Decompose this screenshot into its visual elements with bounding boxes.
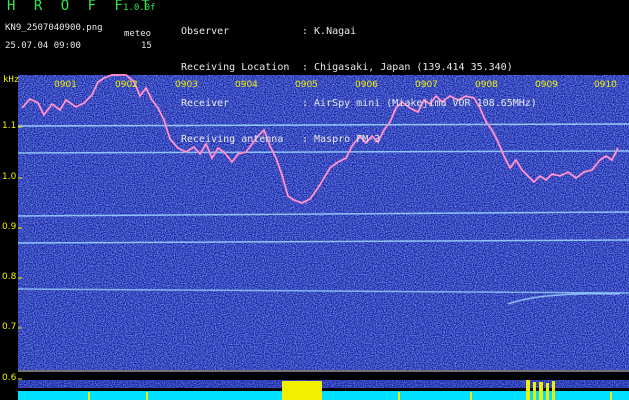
x-tick-label: 0902 bbox=[115, 80, 138, 90]
y-tick-label: 0.7 bbox=[2, 322, 17, 332]
x-tick-label: 0909 bbox=[535, 80, 558, 90]
x-tick-label: 0906 bbox=[355, 80, 378, 90]
signal-burst bbox=[546, 383, 549, 400]
signal-burst bbox=[282, 381, 322, 400]
y-tick-label: 1.1 bbox=[2, 121, 17, 131]
info-label: Observer bbox=[181, 26, 230, 37]
info-label: Receiver bbox=[181, 98, 230, 109]
gap-band bbox=[18, 372, 629, 380]
signal-burst bbox=[539, 382, 543, 400]
signal-spike bbox=[610, 392, 612, 400]
app-version: 1.0.0f bbox=[123, 3, 156, 13]
info-row: Receiving Location : Chigasaki, Japan (13… bbox=[181, 62, 537, 74]
x-tick-label: 0910 bbox=[594, 80, 617, 90]
info-value: : Maspro FM-3 bbox=[302, 134, 381, 145]
info-row: Observer : K.Nagai bbox=[181, 26, 537, 38]
timestamp: 25.07.04 09:00 bbox=[5, 41, 81, 51]
signal-spike bbox=[470, 392, 472, 400]
info-row: Receiving antenna : Maspro FM-3 bbox=[181, 134, 537, 146]
mode-label: meteo bbox=[124, 29, 152, 39]
x-tick-label: 0908 bbox=[475, 80, 498, 90]
signal-burst bbox=[526, 380, 530, 400]
x-tick-label: 0905 bbox=[295, 80, 318, 90]
signal-baseline bbox=[18, 391, 629, 400]
signal-spike bbox=[398, 392, 400, 400]
file-name: KN9_2507040900.png bbox=[5, 23, 103, 33]
info-row: Receiver : AirSpy mini (Miakejima VOR 108… bbox=[181, 98, 537, 110]
y-axis-unit: kHz bbox=[3, 75, 20, 85]
info-label: Receiving antenna bbox=[181, 134, 284, 145]
signal-burst bbox=[552, 381, 555, 400]
y-tick-label: 1.0 bbox=[2, 172, 17, 182]
info-value: : Chigasaki, Japan (139.414 35.340) bbox=[302, 62, 513, 73]
signal-spike bbox=[88, 392, 90, 400]
x-tick-label: 0903 bbox=[175, 80, 198, 90]
hroft-spectrogram-screen: H R O F F T 1.0.0f KN9_2507040900.png me… bbox=[0, 0, 629, 400]
x-tick-label: 0907 bbox=[415, 80, 438, 90]
x-tick-label: 0904 bbox=[235, 80, 258, 90]
info-label: Receiving Location bbox=[181, 62, 290, 73]
lower-band-noise bbox=[18, 380, 629, 388]
info-value: : AirSpy mini (Miakejima VOR 108.65MHz) bbox=[302, 98, 537, 109]
signal-burst bbox=[533, 382, 536, 400]
count-value: 15 bbox=[141, 41, 152, 51]
y-tick-label: 0.9 bbox=[2, 222, 17, 232]
y-tick-label: 0.8 bbox=[2, 272, 17, 282]
y-tick-label: 0.6 bbox=[2, 373, 17, 383]
signal-spike bbox=[146, 392, 148, 400]
x-tick-label: 0901 bbox=[54, 80, 77, 90]
info-value: : K.Nagai bbox=[302, 26, 357, 37]
